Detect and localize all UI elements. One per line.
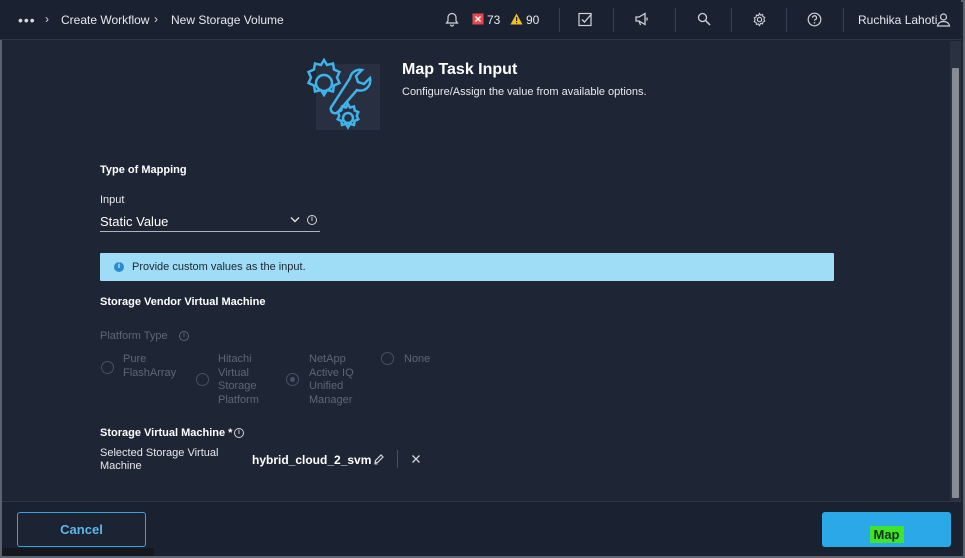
divider — [559, 8, 560, 32]
radio-label-pure: Pure FlashArray — [123, 353, 177, 379]
more-icon[interactable]: ••• — [18, 12, 36, 28]
warning-alert-icon[interactable] — [507, 10, 525, 28]
scrollbar-thumb[interactable] — [952, 68, 959, 498]
megaphone-icon[interactable] — [633, 10, 651, 28]
settings-wrench-icon — [290, 54, 386, 134]
map-button-label: Map — [869, 525, 904, 543]
radio-pure-flasharray[interactable] — [101, 361, 114, 374]
radio-none[interactable] — [381, 352, 394, 365]
divider — [613, 8, 614, 32]
chevron-right-icon: › — [45, 12, 49, 26]
page-title: Map Task Input — [402, 61, 518, 78]
close-icon[interactable] — [410, 452, 422, 464]
top-nav: ••• › Create Workflow › New Storage Volu… — [0, 0, 961, 40]
breadcrumb-current: New Storage Volume — [171, 13, 284, 27]
help-icon[interactable] — [805, 10, 823, 28]
radio-label-none: None — [404, 353, 431, 365]
divider — [843, 8, 844, 32]
page-subtitle: Configure/Assign the value from availabl… — [402, 86, 647, 98]
gear-icon[interactable] — [750, 10, 768, 28]
platform-type-label: Platform Type — [100, 330, 168, 342]
bell-icon[interactable] — [443, 10, 461, 28]
chevron-right-icon: › — [154, 12, 158, 26]
divider — [786, 8, 787, 32]
breadcrumb-create-workflow[interactable]: Create Workflow — [61, 13, 149, 27]
search-icon[interactable] — [695, 10, 713, 28]
input-label: Input — [100, 194, 125, 206]
tasks-icon[interactable] — [576, 10, 594, 28]
warning-alert-count[interactable]: 90 — [526, 13, 539, 27]
info-icon[interactable]: i — [307, 215, 317, 225]
svm-section-title: Storage Virtual Machine * — [100, 427, 233, 439]
vendor-section-title: Storage Vendor Virtual Machine — [100, 296, 266, 308]
divider — [731, 8, 732, 32]
input-type-value: Static Value — [100, 214, 169, 229]
critical-alert-icon[interactable] — [469, 10, 487, 28]
chevron-down-icon[interactable] — [290, 214, 300, 226]
user-name[interactable]: Ruchika Lahoti — [858, 13, 937, 27]
critical-alert-count[interactable]: 73 — [487, 13, 500, 27]
info-icon: i — [114, 262, 124, 272]
info-banner: i Provide custom values as the input. — [100, 253, 834, 281]
divider — [675, 8, 676, 32]
mapping-section-title: Type of Mapping — [100, 164, 187, 176]
divider — [397, 450, 398, 468]
map-button[interactable]: Map — [822, 512, 951, 547]
cancel-button[interactable]: Cancel — [17, 512, 146, 547]
radio-label-netapp: NetApp Active IQ Unified Manager — [309, 353, 354, 406]
radio-label-hitachi: Hitachi Virtual Storage Platform — [218, 353, 259, 406]
selected-svm-value: hybrid_cloud_2_svm — [252, 453, 372, 467]
info-icon[interactable]: i — [234, 428, 244, 438]
edit-icon[interactable] — [373, 452, 385, 465]
info-icon: i — [179, 331, 189, 341]
info-banner-text: Provide custom values as the input. — [132, 261, 306, 273]
radio-netapp[interactable] — [286, 373, 299, 386]
radio-hitachi[interactable] — [196, 373, 209, 386]
user-icon[interactable] — [934, 10, 952, 28]
input-type-select[interactable]: Static Value — [100, 212, 320, 232]
selected-svm-label: Selected Storage Virtual Machine — [100, 447, 219, 472]
bottom-strip — [2, 548, 154, 556]
